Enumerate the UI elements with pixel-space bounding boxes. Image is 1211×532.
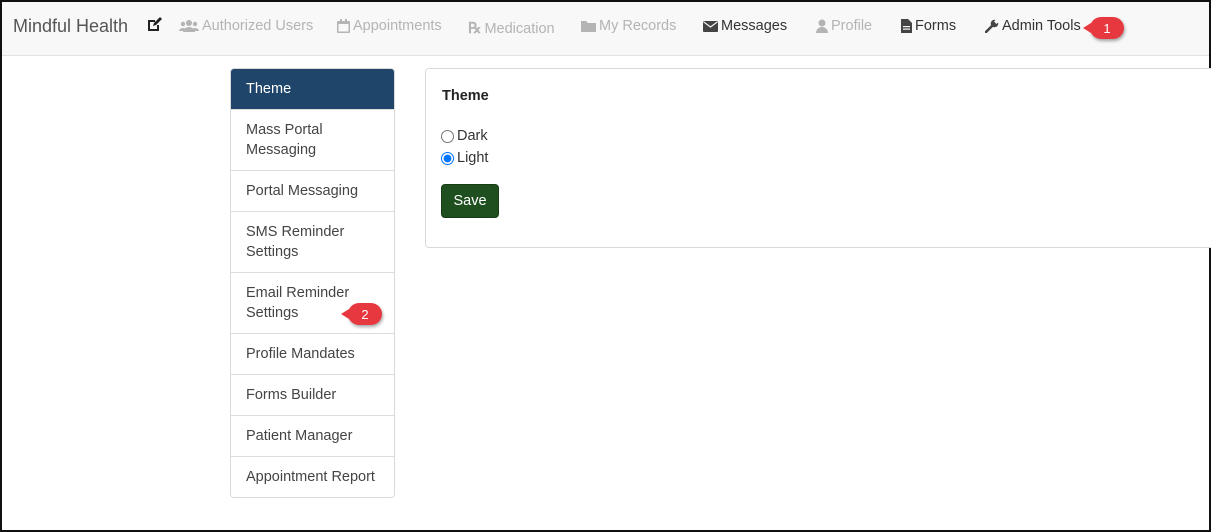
document-icon [901,19,912,33]
light-label: Light [457,150,489,166]
nav-appointments-label: Appointments [353,18,442,34]
nav-my-records-label: My Records [599,18,677,34]
nav-my-records[interactable]: My Records [581,18,676,34]
brand-logo[interactable]: Mindful Health [13,16,128,37]
nav-authorized-users-label: Authorized Users [202,18,314,34]
top-navbar: Mindful Health Authorized Users Appointm… [2,2,1209,56]
sidebar-item-appointment-report[interactable]: Appointment Report [231,456,394,497]
dark-option[interactable]: Dark [441,128,488,144]
nav-profile-label: Profile [831,18,873,34]
sidebar-item-mass-portal-messaging[interactable]: Mass Portal Messaging [231,109,394,170]
nav-appointments[interactable]: Appointments [337,18,442,34]
envelope-icon [703,20,718,32]
callout-badge-2: 2 [341,303,382,325]
nav-authorized-users[interactable]: Authorized Users [179,18,313,34]
nav-admin-tools-label: Admin Tools [1002,18,1081,34]
sidebar-item-theme[interactable]: Theme [231,69,394,109]
users-icon [179,20,199,32]
light-radio[interactable] [441,151,454,165]
sidebar-item-portal-messaging[interactable]: Portal Messaging [231,170,394,211]
dark-label: Dark [457,128,488,144]
edit-icon[interactable] [146,17,162,33]
nav-messages[interactable]: Messages [703,18,787,34]
nav-medication[interactable]: ℞ Medication [468,19,555,38]
callout-badge-1: 1 [1083,17,1124,39]
panel-title: Theme [442,88,489,104]
nav-forms[interactable]: Forms [901,18,956,34]
folder-icon [581,21,596,32]
light-option[interactable]: Light [441,150,488,166]
sidebar-item-sms-reminder-settings[interactable]: SMS Reminder Settings [231,211,394,272]
nav-forms-label: Forms [915,18,957,34]
prescription-icon: ℞ [468,21,482,37]
user-icon [816,19,828,33]
sidebar-item-forms-builder[interactable]: Forms Builder [231,374,394,415]
save-button[interactable]: Save [441,184,499,218]
sidebar-item-profile-mandates[interactable]: Profile Mandates [231,333,394,374]
nav-profile[interactable]: Profile [816,18,872,34]
admin-sidebar: Theme Mass Portal Messaging Portal Messa… [230,68,395,498]
theme-panel: Theme Dark Light Save [425,68,1211,248]
dark-radio[interactable] [441,129,454,143]
calendar-icon [337,19,350,33]
sidebar-item-patient-manager[interactable]: Patient Manager [231,415,394,456]
nav-admin-tools[interactable]: Admin Tools [985,18,1081,34]
nav-medication-label: Medication [484,20,555,37]
nav-messages-label: Messages [721,18,788,34]
wrench-icon [985,19,999,33]
